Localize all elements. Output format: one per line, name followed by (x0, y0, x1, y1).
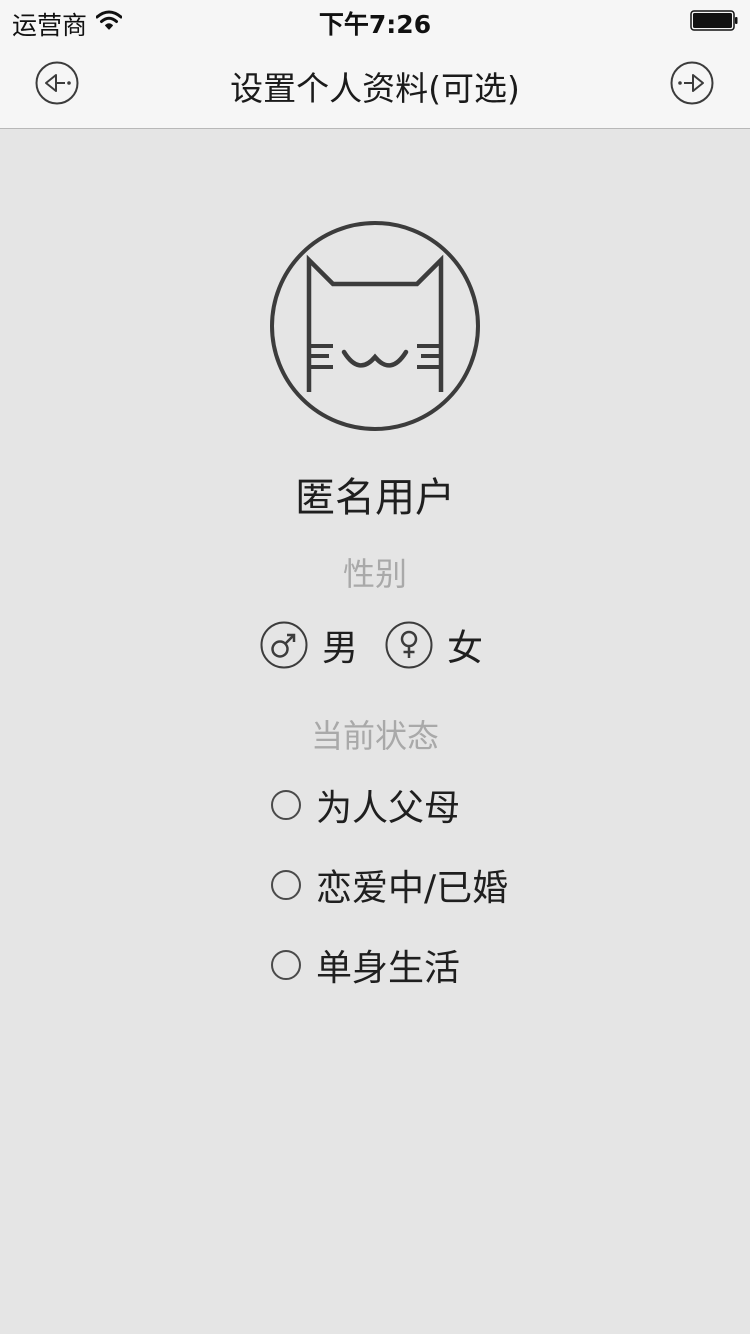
arrow-right-circle-icon (670, 61, 714, 105)
status-option-parent[interactable]: 为人父母 (271, 785, 460, 829)
gender-male-label: 男 (322, 628, 359, 669)
gender-section-label: 性别 (342, 555, 407, 593)
radio-button[interactable] (271, 950, 301, 980)
navigation-bar: 运营商 下午7:26 设置个人资料(可选) (0, 0, 750, 129)
male-symbol-icon (260, 621, 308, 669)
radio-button[interactable] (271, 790, 301, 820)
next-button[interactable] (670, 61, 714, 105)
gender-female-label: 女 (447, 628, 484, 669)
page-title: 设置个人资料(可选) (230, 69, 520, 108)
status-time: 下午7:26 (318, 10, 432, 39)
user-name: 匿名用户 (295, 475, 455, 521)
radio-button[interactable] (271, 870, 301, 900)
status-section-label: 当前状态 (310, 717, 439, 755)
female-symbol-icon (385, 621, 433, 669)
status-option-relationship[interactable]: 恋爱中/已婚 (271, 865, 508, 909)
status-option-label: 恋爱中/已婚 (316, 868, 509, 909)
gender-male-option[interactable]: 男 (260, 621, 358, 669)
gender-female-option[interactable]: 女 (385, 621, 483, 669)
cat-face-icon (270, 221, 480, 431)
avatar-button[interactable] (269, 220, 481, 432)
battery-icon (690, 10, 738, 31)
status-option-label: 为人父母 (316, 788, 461, 829)
status-option-label: 单身生活 (316, 948, 461, 989)
status-option-single[interactable]: 单身生活 (271, 945, 460, 989)
